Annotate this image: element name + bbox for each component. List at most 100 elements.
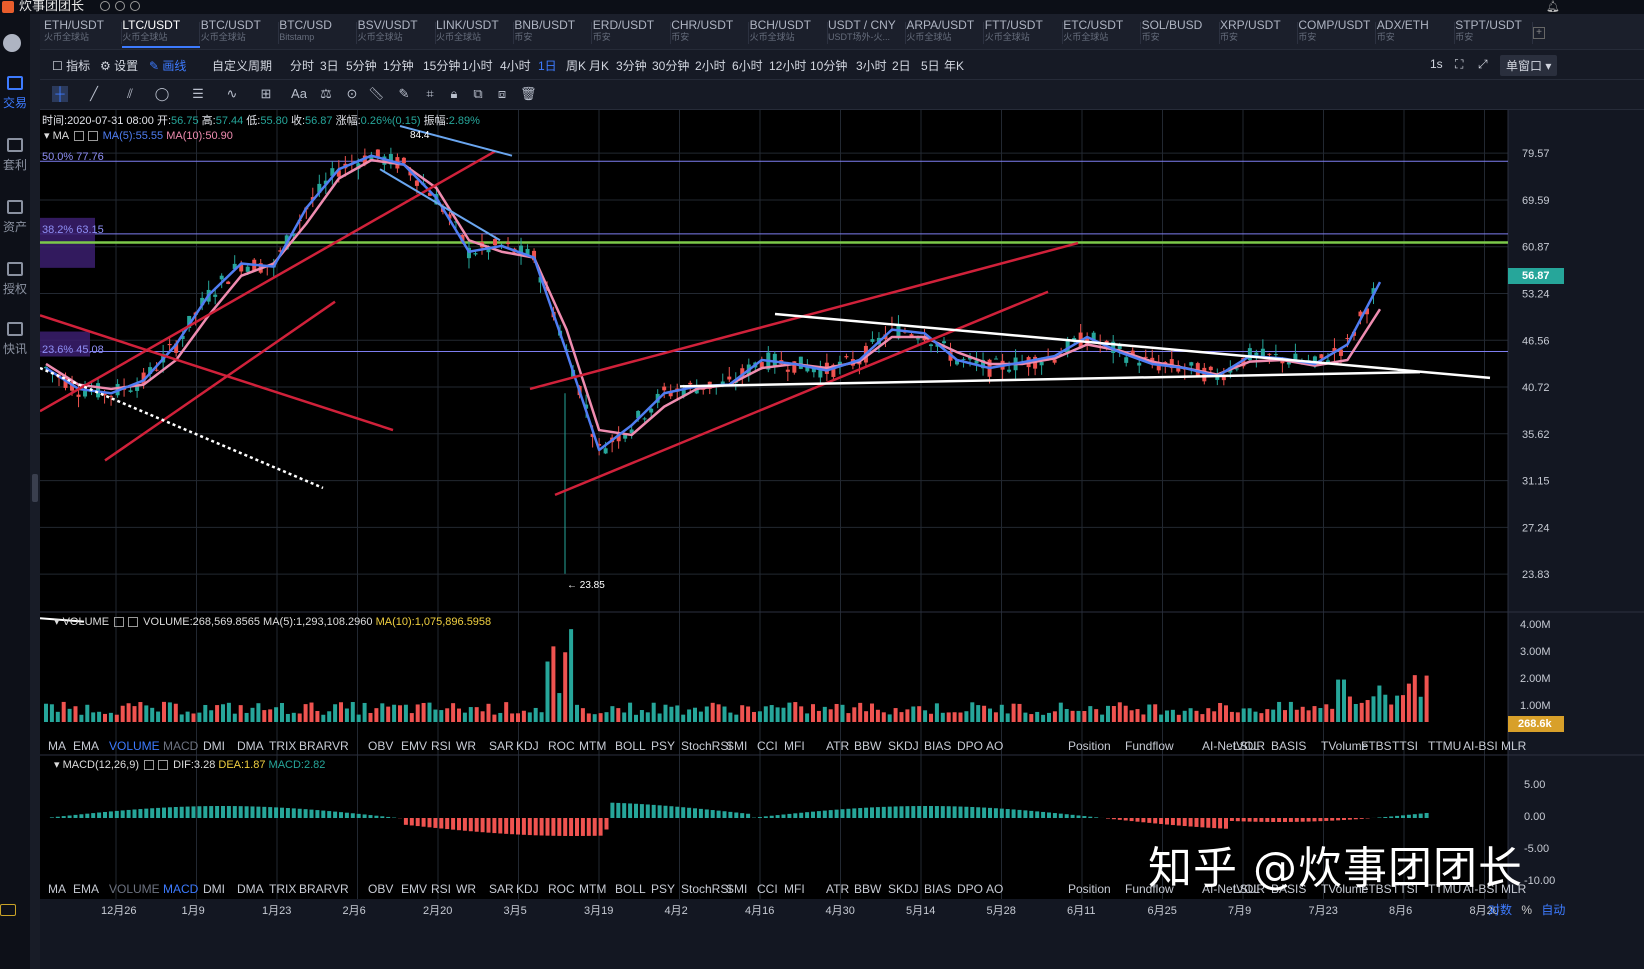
tab-btcusd[interactable]: BTC/USD Bitstamp: [279, 18, 358, 48]
period-10[interactable]: 3分钟: [616, 57, 647, 74]
period-1[interactable]: 3日: [320, 57, 339, 74]
tab-etcusdt[interactable]: ETC/USDT 火币全球站: [1063, 18, 1142, 48]
indicator-brar[interactable]: BRAR: [299, 739, 332, 753]
ma-settings-icon[interactable]: [73, 131, 84, 142]
info-icon[interactable]: [100, 1, 110, 11]
tab-bchusdt[interactable]: BCH/USDT 火币全球站: [750, 18, 828, 48]
indicator-trix[interactable]: TRIX: [269, 739, 296, 753]
line-tool-icon[interactable]: ╱: [86, 86, 102, 102]
indicator-dmi[interactable]: DMI: [203, 739, 225, 753]
ruler-icon[interactable]: 📏︎: [368, 86, 385, 102]
indicator-ai-bsi[interactable]: AI-BSI: [1463, 739, 1498, 753]
indicator-wr[interactable]: WR: [456, 739, 476, 753]
indicator-mtm[interactable]: MTM: [579, 739, 606, 753]
copy-icon[interactable]: ⧉: [470, 86, 486, 102]
tab-ethusdt[interactable]: ETH/USDT 火币全球站: [44, 18, 122, 48]
tab-chrusdt[interactable]: CHR/USDT 币安: [671, 18, 750, 48]
indicator-dpo[interactable]: DPO: [957, 882, 983, 896]
text-tool-icon[interactable]: Aa: [291, 86, 307, 102]
indicator-atr[interactable]: ATR: [826, 882, 849, 896]
indicator-ma[interactable]: MA: [48, 882, 66, 896]
indicator-smi[interactable]: SMI: [726, 882, 747, 896]
indicator-boll[interactable]: BOLL: [615, 882, 646, 896]
indicator-smi[interactable]: SMI: [726, 739, 747, 753]
period-12[interactable]: 2小时: [695, 57, 726, 74]
screenshot-icon[interactable]: ⧈: [494, 86, 510, 102]
macd-settings-icon[interactable]: [144, 760, 155, 771]
tag-icon[interactable]: [0, 904, 16, 916]
settings-button[interactable]: ⚙ 设置: [100, 57, 138, 74]
tab-arpausdt[interactable]: ARPA/USDT 火币全球站: [906, 18, 985, 48]
indicator-roc[interactable]: ROC: [548, 882, 575, 896]
period-2[interactable]: 5分钟: [346, 57, 377, 74]
tab-bsvusdt[interactable]: BSV/USDT 火币全球站: [358, 18, 436, 48]
volume-close-icon[interactable]: [128, 617, 139, 628]
period-7[interactable]: 1日: [538, 57, 557, 74]
period-17[interactable]: 2日: [892, 57, 911, 74]
measure-tool-icon[interactable]: ⚖: [318, 86, 334, 102]
period-19[interactable]: 年K: [944, 57, 964, 74]
indicator-button[interactable]: ☐ 指标: [52, 57, 90, 74]
indicator-dmi[interactable]: DMI: [203, 882, 225, 896]
period-3[interactable]: 1分钟: [383, 57, 414, 74]
indicator-ftbs[interactable]: FTBS: [1361, 739, 1392, 753]
tab-btcusdt[interactable]: BTC/USDT 火币全球站: [201, 18, 279, 48]
tab-usdtcny[interactable]: USDT / CNY USDT场外-火...: [828, 18, 906, 48]
indicator-sar[interactable]: SAR: [489, 882, 514, 896]
macd-close-icon[interactable]: [158, 760, 169, 771]
hlines-tool-icon[interactable]: ☰: [190, 86, 206, 102]
add-tab-icon[interactable]: +: [1533, 27, 1545, 39]
custom-period-button[interactable]: 自定义周期: [212, 57, 272, 74]
period-5[interactable]: 1小时: [462, 57, 493, 74]
period-6[interactable]: 4小时: [500, 57, 531, 74]
indicator-kdj[interactable]: KDJ: [516, 882, 539, 896]
rect-tool-icon[interactable]: ⊞: [258, 86, 274, 102]
period-16[interactable]: 3小时: [856, 57, 887, 74]
indicator-mtm[interactable]: MTM: [579, 882, 606, 896]
sidebar-splitter[interactable]: [30, 14, 40, 969]
indicator-position[interactable]: Position: [1068, 739, 1111, 753]
indicator-ema[interactable]: EMA: [73, 739, 99, 753]
indicator-ao[interactable]: AO: [986, 739, 1003, 753]
indicator-dma[interactable]: DMA: [237, 739, 264, 753]
chart-canvas[interactable]: 79.57 69.59 60.87 53.24 46.56 40.72 35.62 31.15…: [40, 110, 1644, 910]
indicator-macd[interactable]: MACD: [163, 882, 198, 896]
indicator-basis[interactable]: BASIS: [1271, 739, 1306, 753]
indicator-psy[interactable]: PSY: [651, 882, 675, 896]
fork-tool-icon[interactable]: ⫽: [122, 86, 138, 102]
period-4[interactable]: 15分钟: [423, 57, 460, 74]
pen-icon[interactable]: ✎: [396, 86, 412, 102]
indicator-volume[interactable]: VOLUME: [109, 882, 160, 896]
indicator-kdj[interactable]: KDJ: [516, 739, 539, 753]
tab-adxeth[interactable]: ADX/ETH 币安: [1377, 18, 1455, 48]
indicator-mlr[interactable]: MLR: [1501, 739, 1526, 753]
indicator-macd[interactable]: MACD: [163, 739, 198, 753]
sidebar-item-arbitrage[interactable]: 套利: [0, 138, 30, 173]
log-scale-toggle[interactable]: 对数: [1488, 903, 1512, 917]
indicator-roc[interactable]: ROC: [548, 739, 575, 753]
tab-solbusd[interactable]: SOL/BUSD 币安: [1142, 18, 1220, 48]
shield-icon[interactable]: [115, 1, 125, 11]
indicator-bbw[interactable]: BBW: [854, 882, 881, 896]
clock-icon[interactable]: [130, 1, 140, 11]
indicator-cci[interactable]: CCI: [757, 739, 778, 753]
bell-icon[interactable]: 🔔︎: [1546, 0, 1560, 14]
indicator-vr[interactable]: VR: [332, 739, 349, 753]
indicator-ttmu[interactable]: TTMU: [1428, 739, 1461, 753]
indicator-wr[interactable]: WR: [456, 882, 476, 896]
auto-scale-toggle[interactable]: 自动: [1541, 903, 1565, 917]
collapse-handle[interactable]: [32, 474, 38, 502]
sidebar-item-trade[interactable]: 交易: [0, 76, 30, 111]
percent-scale-toggle[interactable]: %: [1521, 903, 1532, 917]
pattern-icon[interactable]: ⌗: [422, 86, 438, 102]
indicator-vr[interactable]: VR: [332, 882, 349, 896]
tab-erdusdt[interactable]: ERD/USDT 币安: [593, 18, 671, 48]
indicator-sar[interactable]: SAR: [489, 739, 514, 753]
tab-bnbusdt[interactable]: BNB/USDT 币安: [514, 18, 593, 48]
indicator-atr[interactable]: ATR: [826, 739, 849, 753]
indicator-brar[interactable]: BRAR: [299, 882, 332, 896]
period-14[interactable]: 12小时: [769, 57, 806, 74]
indicator-volume[interactable]: VOLUME: [109, 739, 160, 753]
period-13[interactable]: 6小时: [732, 57, 763, 74]
period-15[interactable]: 10分钟: [810, 57, 847, 74]
